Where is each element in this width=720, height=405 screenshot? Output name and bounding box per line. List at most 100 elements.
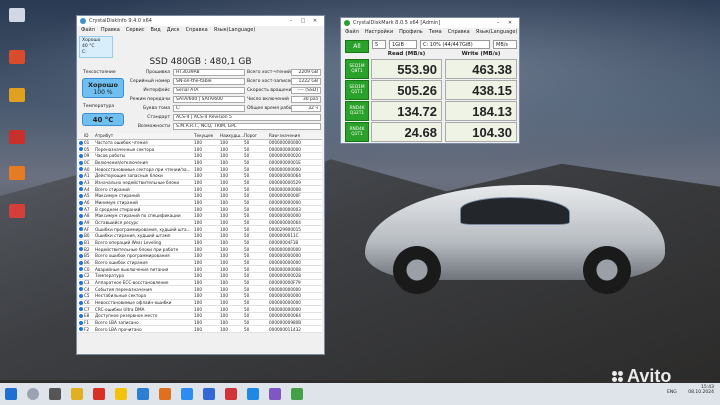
table-row[interactable]: B0 Ошибки стирания, худший штамп 100 100 50 0… [78,233,322,240]
system-tray[interactable]: ENG 15:43 08.10.2024 [667,385,714,395]
table-row[interactable]: C3 Аппаратное ECC-восстановление 100 100 50 0… [78,279,322,287]
cell-worst: 100 [220,233,228,239]
col-worst[interactable]: Наихудш... [220,133,244,138]
desktop-icon-app-3[interactable] [2,130,32,146]
close-icon[interactable]: ✕ [309,18,321,24]
task-view-icon[interactable] [49,388,61,400]
table-row[interactable]: B6 Всего ошибок стирания 100 100 50 000000000… [78,259,322,267]
table-row[interactable]: 05 Переназначенные сектора 100 100 50 0000000… [78,146,322,154]
maximize-icon[interactable]: □ [297,18,309,24]
table-row[interactable]: 09 Часов работы 100 100 50 000000000020 [78,153,322,160]
menu-settings[interactable]: Настройки [365,29,393,35]
menu-help[interactable]: Справка [448,29,470,35]
info-value: 2209 GB [291,69,321,76]
taskbar-app-icon[interactable] [159,388,171,400]
menu-edit[interactable]: Правка [101,27,120,33]
taskbar-app-icon[interactable] [115,388,127,400]
taskbar-app-icon[interactable] [269,388,281,400]
desktop-icon-recycle-bin[interactable] [2,8,32,24]
col-current[interactable]: Текущее [194,133,220,138]
menu-disk[interactable]: Диск [167,27,180,33]
taskbar-app-icon[interactable] [137,388,149,400]
cdm-titlebar[interactable]: CrystalDiskMark 8.0.5 x64 [Admin] – ✕ [341,18,519,28]
table-row[interactable]: F2 Всего LBA прочитано 100 100 50 00000001143… [78,326,322,334]
table-row[interactable]: A4 Всего стираний 100 100 50 000000000008 [78,186,322,194]
menu-view[interactable]: Вид [151,27,161,33]
table-row[interactable]: C6 Невосстановимые офлайн-ошибки 100 100 50 0… [78,299,322,307]
unit-select[interactable]: MB/s [493,40,517,49]
table-row[interactable]: B5 Всего ошибок программирования 100 100 50 0… [78,253,322,260]
cell-current: 100 [194,206,202,212]
test-button-rnd4k-q1t1[interactable]: RND4K Q1T1 [345,122,369,142]
health-status[interactable]: Хорошо 100 % [82,78,124,98]
table-row[interactable]: A9 Оставшийся ресурс 100 100 50 000000000064 [78,219,322,227]
table-row[interactable]: C4 События переназначения 100 100 50 00000000… [78,286,322,294]
table-row[interactable]: A0 Невосстановимые сектора при чтении/за.… [78,166,322,174]
menu-theme[interactable]: Тема [429,29,442,35]
desktop-icon-app-4[interactable] [2,166,32,182]
all-button[interactable]: All [345,40,369,53]
cell-id: A8 [84,213,90,219]
drive-selector[interactable]: Хорошо 40 °C C: [79,36,113,58]
cell-raw: 000000000000 [269,246,301,252]
table-row[interactable]: C0 Аварийные выключения питания 100 100 50 00… [78,266,322,274]
table-row[interactable]: C2 Температура 100 100 50 000000000028 [78,273,322,280]
drive-select[interactable]: C: 10% (44/447GiB) [420,40,490,49]
size-select[interactable]: 1GiB [389,40,417,49]
test-button-rnd4k-q32t1[interactable]: RND4K Q32T1 [345,101,369,121]
menu-language[interactable]: Язык(Language) [214,27,256,33]
desktop-icon-app-5[interactable] [2,204,32,220]
taskbar-app-icon[interactable] [291,388,303,400]
menu-service[interactable]: Сервис [126,27,145,33]
info-value: Serial ATA [173,87,245,94]
test-button-seq1m-q1t1[interactable]: SEQ1M Q1T1 [345,80,369,100]
table-row[interactable]: 01 Частота ошибок чтения 100 100 50 000000000… [78,139,322,147]
crystaldiskmark-window: CrystalDiskMark 8.0.5 x64 [Admin] – ✕ Фа… [340,17,520,144]
table-row[interactable]: F1 Всего LBA записано 100 100 50 00000000980B [78,319,322,327]
col-raw[interactable]: Raw-значения [269,133,319,138]
language-indicator[interactable]: ENG [667,390,677,395]
col-attribute[interactable]: Атрибут [95,133,194,138]
close-icon[interactable]: ✕ [504,20,516,26]
taskbar-app-icon[interactable] [71,388,83,400]
minimize-icon[interactable]: – [285,18,297,24]
cdi-titlebar[interactable]: CrystalDiskInfo 9.4.0 x64 – □ ✕ [77,16,324,26]
menu-language[interactable]: Язык(Language) [476,29,518,35]
menu-file[interactable]: Файл [81,27,95,33]
search-icon[interactable] [27,388,39,400]
cell-raw: 000000000000 [269,213,301,219]
cell-worst: 100 [220,140,228,145]
table-row[interactable]: B1 Всего операций Wear Leveling 100 100 50 00… [78,239,322,247]
cell-raw: 0000000011C [269,233,299,239]
table-row[interactable]: A5 Максимум стираний 100 100 50 00000000000F [78,193,322,200]
table-row[interactable]: C5 Нестабильные сектора 100 100 50 0000000000… [78,293,322,300]
menu-help[interactable]: Справка [186,27,208,33]
temp-status[interactable]: 40 °C [82,113,124,126]
table-row[interactable]: A7 В среднем стираний 100 100 50 000000000003 [78,206,322,214]
count-select[interactable]: 5 [372,40,386,49]
table-row[interactable]: A8 Максимум стираний по спецификации 100 10… [78,213,322,220]
table-row[interactable]: E8 Доступное резервное место 100 100 50 00000… [78,313,322,320]
minimize-icon[interactable]: – [492,20,504,26]
start-icon[interactable] [5,388,17,400]
menu-profile[interactable]: Профиль [399,29,423,35]
taskbar-app-icon[interactable] [181,388,193,400]
table-row[interactable]: A6 Минимум стираний 100 100 50 000000000000 [78,199,322,207]
table-row[interactable]: B2 Недействительные блоки при работе 100 10… [78,246,322,254]
table-row[interactable]: A3 Изначально недействительные блоки 100 10… [78,179,322,187]
cell-raw: 000000000F79 [269,280,301,286]
desktop-icon-app-1[interactable] [2,50,32,66]
taskbar-app-icon[interactable] [203,388,215,400]
table-row[interactable]: 0C Включения/отключения 100 100 50 0000000000… [78,159,322,167]
table-row[interactable]: A1 Действующие запасные блоки 100 100 50 0000… [78,173,322,180]
taskbar-app-icon[interactable] [93,388,105,400]
table-row[interactable]: AF Ошибки программирования, худший шта...… [78,226,322,234]
desktop-icon-app-2[interactable] [2,88,32,104]
taskbar-app-icon[interactable] [225,388,237,400]
col-threshold[interactable]: Порог [244,133,269,138]
test-button-seq1m-q8t1[interactable]: SEQ1M Q8T1 [345,59,369,79]
table-row[interactable]: C7 CRC-ошибки Ultra DMA 100 100 50 0000000000… [78,306,322,314]
col-id[interactable]: ID [84,133,95,138]
taskbar-app-icon[interactable] [247,388,259,400]
menu-file[interactable]: Файл [345,29,359,35]
